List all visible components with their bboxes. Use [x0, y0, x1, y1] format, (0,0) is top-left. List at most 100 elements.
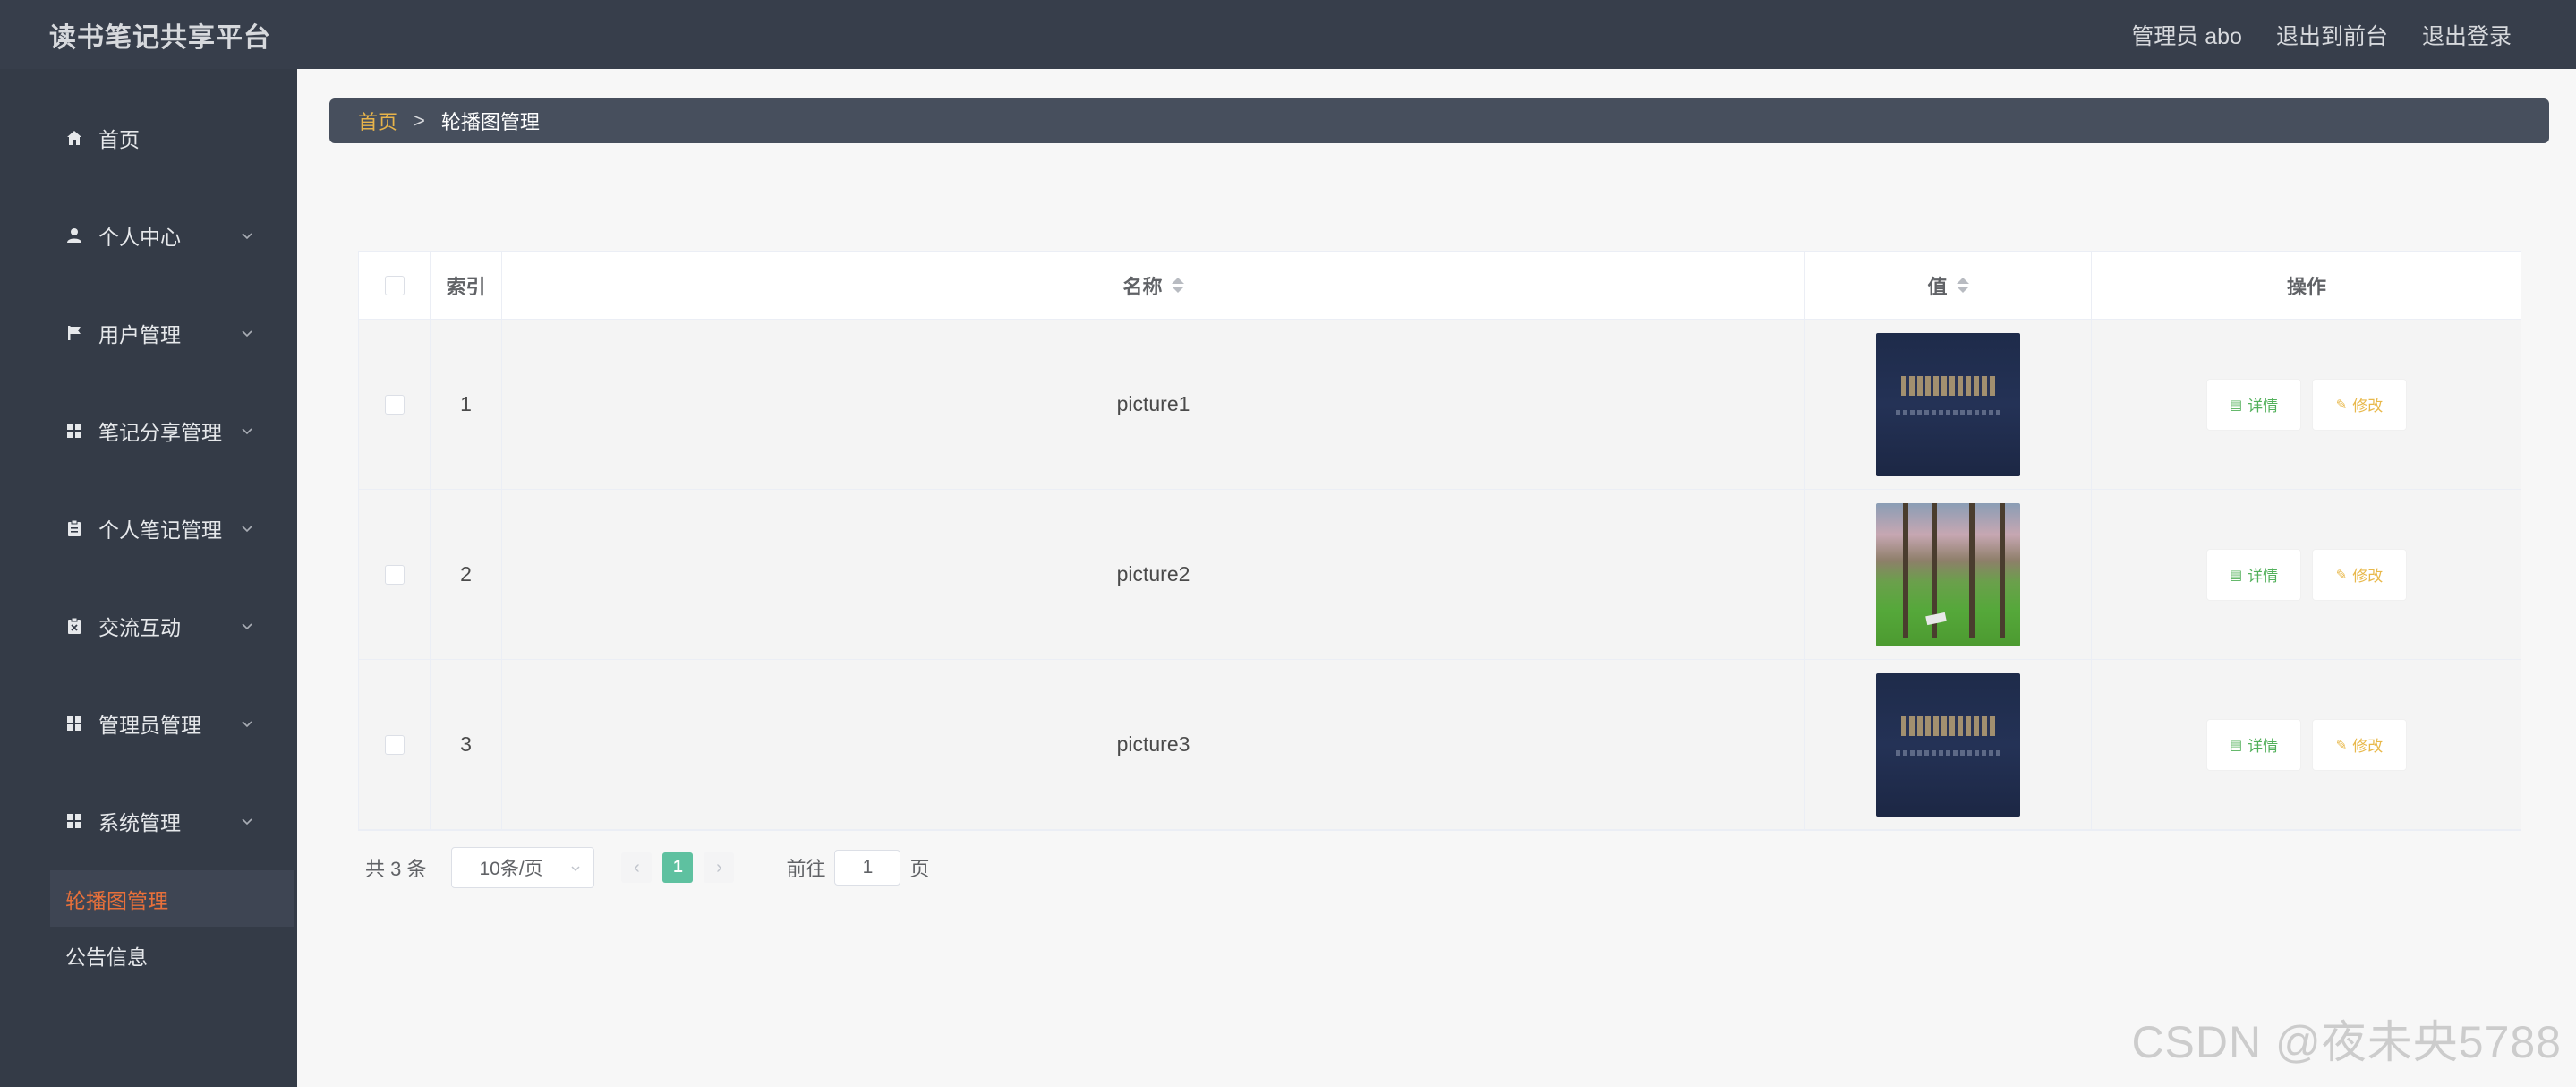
sidebar-item-note-share-management[interactable]: 笔记分享管理	[0, 404, 297, 458]
row-value-cell	[1805, 490, 2092, 659]
edit-button[interactable]: ✎ 修改	[2312, 548, 2407, 601]
detail-button[interactable]: ▤ 详情	[2206, 718, 2301, 771]
sidebar-item-system-management[interactable]: 系统管理	[0, 794, 297, 848]
detail-button-label: 详情	[2248, 398, 2279, 415]
row-name: picture1	[1116, 392, 1190, 415]
row-name: picture2	[1116, 562, 1190, 586]
carousel-table: 索引 名称 值 操作 1 picture1 ▤ 详情 ✎ 修改 2 picture2	[358, 251, 2521, 831]
page-number-current[interactable]: 1	[662, 852, 694, 883]
row-checkbox-cell	[359, 490, 431, 659]
edit-button[interactable]: ✎ 修改	[2312, 718, 2407, 771]
row-index: 1	[460, 392, 472, 415]
sidebar-item-label: 个人笔记管理	[98, 518, 222, 542]
flag-icon	[64, 323, 84, 343]
row-name-cell: picture2	[502, 490, 1805, 659]
chevron-down-icon	[571, 866, 580, 872]
breadcrumb-separator: >	[414, 109, 425, 132]
row-actions-cell: ▤ 详情 ✎ 修改	[2092, 490, 2521, 659]
sidebar-item-home[interactable]: 首页	[0, 111, 297, 165]
table-header: 索引 名称 值 操作	[359, 252, 2521, 320]
table-row: 2 picture2 ▤ 详情 ✎ 修改	[359, 490, 2521, 660]
edit-button-label: 修改	[2352, 568, 2384, 585]
pencil-icon: ✎	[2335, 397, 2348, 413]
sidebar-item-label: 管理员管理	[98, 714, 201, 737]
sidebar-item-personal-note-management[interactable]: 个人笔记管理	[0, 501, 297, 555]
park-lawn-thumb	[1876, 502, 2020, 646]
chevron-down-icon	[242, 233, 252, 240]
pencil-icon: ✎	[2335, 737, 2348, 753]
watermark: CSDN @夜未央5788	[2131, 1017, 2562, 1067]
breadcrumb-home-link[interactable]: 首页	[358, 107, 397, 135]
row-name-cell: picture1	[502, 320, 1805, 489]
column-header-index: 索引	[446, 275, 486, 298]
row-index-cell: 2	[431, 490, 502, 659]
dark-banner-thumb	[1876, 672, 2020, 817]
person-icon	[64, 226, 84, 245]
admin-name: 管理员 abo	[2131, 23, 2242, 49]
home-icon	[64, 128, 84, 148]
header-value-cell[interactable]: 值	[1805, 252, 2092, 319]
sidebar-item-personal-center[interactable]: 个人中心	[0, 209, 297, 262]
sidebar-subitem-announcements[interactable]: 公告信息	[50, 927, 294, 983]
clipboard-x-icon	[64, 616, 84, 636]
document-icon: ▤	[2229, 737, 2243, 753]
goto-page-input[interactable]: 1	[834, 850, 901, 886]
sidebar-item-admin-management[interactable]: 管理员管理	[0, 697, 297, 750]
column-header-actions: 操作	[2286, 275, 2326, 298]
chevron-left-icon: ‹	[634, 857, 640, 877]
sidebar-subitem-label: 轮播图管理	[65, 888, 168, 912]
header-checkbox-cell	[359, 252, 431, 319]
column-header-name: 名称	[1122, 275, 1163, 298]
chevron-right-icon: ›	[716, 857, 722, 877]
top-header: 读书笔记共享平台 管理员 abo 退出到前台 退出登录	[0, 0, 2576, 69]
page-size-select[interactable]: 10条/页	[451, 847, 595, 888]
detail-button-label: 详情	[2248, 738, 2279, 755]
row-checkbox[interactable]	[384, 394, 405, 415]
detail-button[interactable]: ▤ 详情	[2206, 378, 2301, 431]
sidebar-subitem-label: 公告信息	[65, 945, 148, 969]
logout-link[interactable]: 退出登录	[2422, 19, 2512, 51]
row-checkbox[interactable]	[384, 564, 405, 585]
brand-title: 读书笔记共享平台	[49, 22, 271, 53]
header-actions: 管理员 abo 退出到前台 退出登录	[2097, 19, 2576, 51]
row-index-cell: 1	[431, 320, 502, 489]
row-index: 3	[460, 732, 472, 756]
row-checkbox[interactable]	[384, 734, 405, 755]
row-value-cell	[1805, 660, 2092, 829]
sort-icon[interactable]	[1956, 278, 1969, 293]
document-icon: ▤	[2229, 567, 2243, 583]
grid-icon	[64, 421, 84, 441]
chevron-down-icon	[242, 818, 252, 826]
sidebar-item-label: 系统管理	[98, 811, 181, 835]
detail-button[interactable]: ▤ 详情	[2206, 548, 2301, 601]
chevron-down-icon	[242, 526, 252, 533]
row-actions-cell: ▤ 详情 ✎ 修改	[2092, 660, 2521, 829]
row-index-cell: 3	[431, 660, 502, 829]
header-name-cell[interactable]: 名称	[502, 252, 1805, 319]
chevron-down-icon	[242, 623, 252, 630]
detail-button-label: 详情	[2248, 568, 2279, 585]
row-index: 2	[460, 562, 472, 586]
next-page-button[interactable]: ›	[704, 852, 735, 883]
chevron-down-icon	[242, 428, 252, 435]
sidebar-item-user-management[interactable]: 用户管理	[0, 306, 297, 360]
sidebar-item-interaction[interactable]: 交流互动	[0, 599, 297, 653]
clipboard-icon	[64, 518, 84, 538]
prev-page-button[interactable]: ‹	[621, 852, 653, 883]
sidebar-subitem-carousel-management[interactable]: 轮播图管理	[50, 870, 294, 927]
breadcrumb-current: 轮播图管理	[440, 111, 540, 133]
select-all-checkbox[interactable]	[384, 275, 405, 295]
edit-button[interactable]: ✎ 修改	[2312, 378, 2407, 431]
row-checkbox-cell	[359, 660, 431, 829]
sidebar-item-label: 笔记分享管理	[98, 421, 222, 444]
exit-to-front-link[interactable]: 退出到前台	[2276, 19, 2388, 51]
column-header-value: 值	[1927, 275, 1948, 298]
sidebar: 首页 个人中心 用户管理 笔记分享管理 个人笔记管理 交流互动 管理员管理 系统…	[0, 69, 297, 1087]
page-size-value: 10条/页	[479, 859, 543, 879]
sort-icon[interactable]	[1171, 278, 1184, 293]
sidebar-item-label: 用户管理	[98, 323, 181, 347]
table-row: 1 picture1 ▤ 详情 ✎ 修改	[359, 320, 2521, 490]
chevron-down-icon	[242, 330, 252, 338]
goto-label: 前往	[786, 858, 826, 880]
sidebar-item-label: 交流互动	[98, 616, 181, 639]
